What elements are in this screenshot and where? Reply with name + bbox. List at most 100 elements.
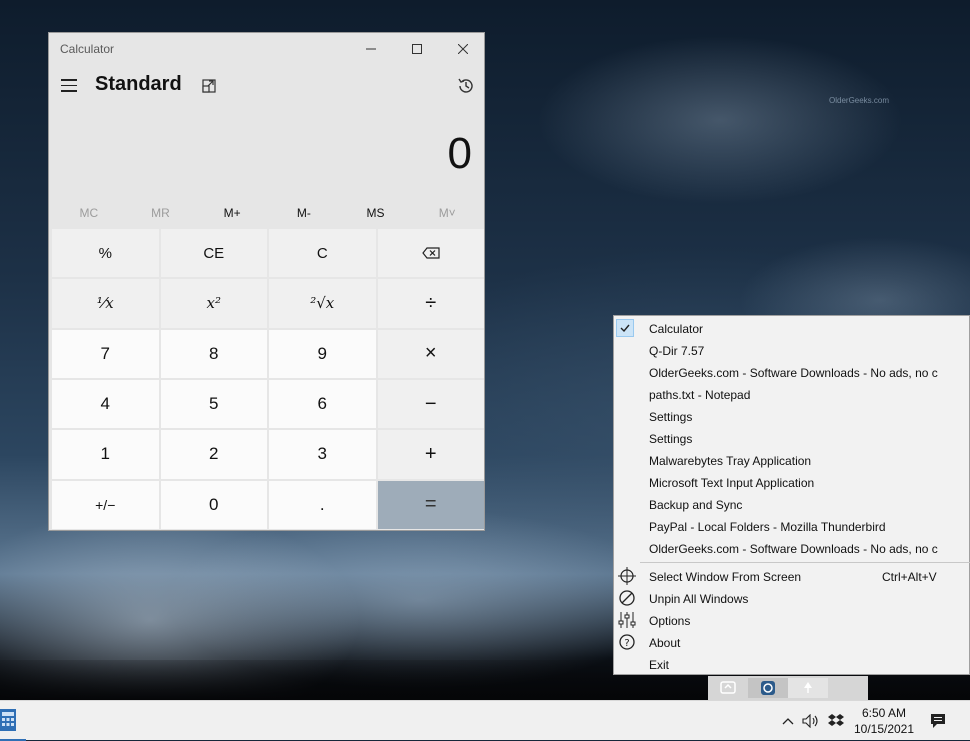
menu-item-window[interactable]: Malwarebytes Tray Application — [614, 449, 970, 471]
menu-item-options[interactable]: Options — [614, 609, 970, 631]
menu-item-window[interactable]: OlderGeeks.com - Software Downloads - No… — [614, 537, 970, 559]
negate-button[interactable]: +/− — [52, 480, 159, 529]
minimize-button[interactable] — [348, 33, 394, 65]
checkmark-icon — [616, 319, 634, 337]
plus-button[interactable]: + — [377, 430, 484, 479]
minus-button[interactable]: − — [377, 379, 484, 429]
equals-button[interactable]: = — [377, 480, 484, 529]
menu-item-label: Exit — [649, 658, 670, 672]
m-plus-button[interactable]: M+ — [196, 201, 268, 225]
clock-time: 6:50 AM — [861, 706, 907, 720]
tray-overflow-item[interactable] — [788, 678, 828, 698]
dropbox-tray-button[interactable] — [826, 711, 846, 731]
unpin-icon — [619, 590, 635, 606]
digit-9-button[interactable]: 9 — [269, 329, 376, 378]
pin-icon — [804, 682, 812, 693]
menu-item-window[interactable]: Calculator — [614, 317, 970, 339]
digit-6-button[interactable]: 6 — [269, 379, 376, 429]
tray-overflow-strip — [708, 676, 868, 700]
sliders-icon — [618, 612, 636, 628]
menu-item-window[interactable]: Q-Dir 7.57 — [614, 339, 970, 361]
digit-4-button[interactable]: 4 — [52, 379, 159, 429]
mr-button[interactable]: MR — [125, 201, 197, 225]
backup-icon — [720, 681, 736, 694]
memory-list-button[interactable]: M˅ — [411, 201, 483, 225]
menu-item-label: Microsoft Text Input Application — [649, 476, 815, 490]
menu-item-label: Options — [649, 614, 691, 628]
ms-button[interactable]: MS — [340, 201, 412, 225]
tray-overflow-item[interactable] — [748, 678, 788, 698]
menu-item-label: About — [649, 636, 681, 650]
menu-item-window[interactable]: PayPal - Local Folders - Mozilla Thunder… — [614, 515, 970, 537]
digit-5-button[interactable]: 5 — [160, 379, 267, 429]
taskbar: 6:50 AM 10/15/2021 — [0, 700, 970, 741]
close-button[interactable] — [440, 33, 486, 65]
digit-8-button[interactable]: 8 — [160, 329, 267, 378]
menu-item-window[interactable]: Settings — [614, 405, 970, 427]
action-center-button[interactable] — [928, 711, 948, 731]
menu-separator — [640, 562, 970, 563]
maximize-button[interactable] — [394, 33, 440, 65]
multiply-button[interactable]: × — [377, 329, 484, 378]
menu-item-window[interactable]: OlderGeeks.com - Software Downloads - No… — [614, 361, 970, 383]
hamburger-menu-icon[interactable] — [61, 79, 77, 93]
percent-button[interactable]: % — [52, 229, 159, 278]
menu-item-label: Malwarebytes Tray Application — [649, 454, 812, 468]
menu-item-label: paths.txt - Notepad — [649, 388, 751, 402]
window-title: Calculator — [60, 42, 115, 56]
taskbar-clock[interactable]: 6:50 AM 10/15/2021 — [852, 705, 916, 737]
menu-item-label: Select Window From Screen — [649, 570, 802, 584]
tray-context-menu: Calculator Q-Dir 7.57 OlderGeeks.com - S… — [613, 315, 970, 675]
chevron-up-icon — [782, 718, 794, 725]
m-minus-button[interactable]: M- — [268, 201, 340, 225]
menu-item-window[interactable]: Microsoft Text Input Application — [614, 471, 970, 493]
menu-item-label: Calculator — [649, 322, 704, 336]
menu-item-window[interactable]: paths.txt - Notepad — [614, 383, 970, 405]
tray-overflow-item[interactable] — [708, 678, 748, 698]
menu-item-window[interactable]: Backup and Sync — [614, 493, 970, 515]
dropbox-icon — [828, 714, 844, 726]
calculator-taskbar-button[interactable] — [0, 709, 16, 731]
menu-item-label: Q-Dir 7.57 — [649, 344, 705, 358]
decimal-button[interactable]: . — [269, 480, 376, 529]
digit-3-button[interactable]: 3 — [269, 430, 376, 479]
history-icon[interactable] — [457, 77, 475, 95]
digit-2-button[interactable]: 2 — [160, 430, 267, 479]
menu-item-label: OlderGeeks.com - Software Downloads - No… — [649, 366, 938, 380]
digit-1-button[interactable]: 1 — [52, 430, 159, 479]
menu-item-unpin-all[interactable]: Unpin All Windows — [614, 587, 970, 609]
volume-button[interactable] — [801, 711, 821, 731]
menu-item-label: OlderGeeks.com - Software Downloads - No… — [649, 542, 938, 556]
divide-button[interactable]: ÷ — [377, 279, 484, 328]
menu-item-window[interactable]: Settings — [614, 427, 970, 449]
minimize-icon — [366, 48, 376, 50]
menu-item-label: PayPal - Local Folders - Mozilla Thunder… — [649, 520, 886, 534]
menu-item-about[interactable]: ? About — [614, 631, 970, 653]
digit-7-button[interactable]: 7 — [52, 329, 159, 378]
backspace-button[interactable] — [377, 229, 484, 278]
square-button[interactable]: x² — [160, 279, 267, 328]
menu-shortcut: Ctrl+Alt+V — [882, 570, 937, 584]
clear-entry-button[interactable]: CE — [160, 229, 267, 278]
clock-date: 10/15/2021 — [853, 722, 915, 736]
camera-icon — [761, 681, 775, 695]
help-icon: ? — [619, 634, 635, 650]
reciprocal-button[interactable]: ¹⁄x — [52, 279, 159, 328]
digit-0-button[interactable]: 0 — [160, 480, 267, 529]
svg-text:?: ? — [624, 638, 629, 649]
calculator-titlebar[interactable]: Calculator — [49, 33, 484, 65]
keypad: % CE C ¹⁄x x² ²√x ÷ 7 8 9 × 4 5 6 − 1 2 … — [52, 229, 484, 529]
calculator-window[interactable]: Calculator Standard 0 MC MR M+ M- MS M˅ … — [48, 32, 485, 531]
show-hidden-icons-button[interactable] — [778, 711, 798, 731]
menu-item-label: Backup and Sync — [649, 498, 743, 512]
square-root-button[interactable]: ²√x — [269, 279, 376, 328]
calculator-app-icon — [2, 712, 14, 726]
keep-on-top-icon[interactable] — [201, 77, 219, 95]
menu-item-select-window[interactable]: Select Window From Screen Ctrl+Alt+V — [614, 565, 970, 587]
wallpaper-watermark: OlderGeeks.com — [829, 96, 890, 105]
mc-button[interactable]: MC — [53, 201, 125, 225]
clear-button[interactable]: C — [269, 229, 376, 278]
backspace-icon — [421, 247, 440, 259]
memory-row: MC MR M+ M- MS M˅ — [53, 201, 483, 225]
menu-item-exit[interactable]: Exit — [614, 653, 970, 675]
